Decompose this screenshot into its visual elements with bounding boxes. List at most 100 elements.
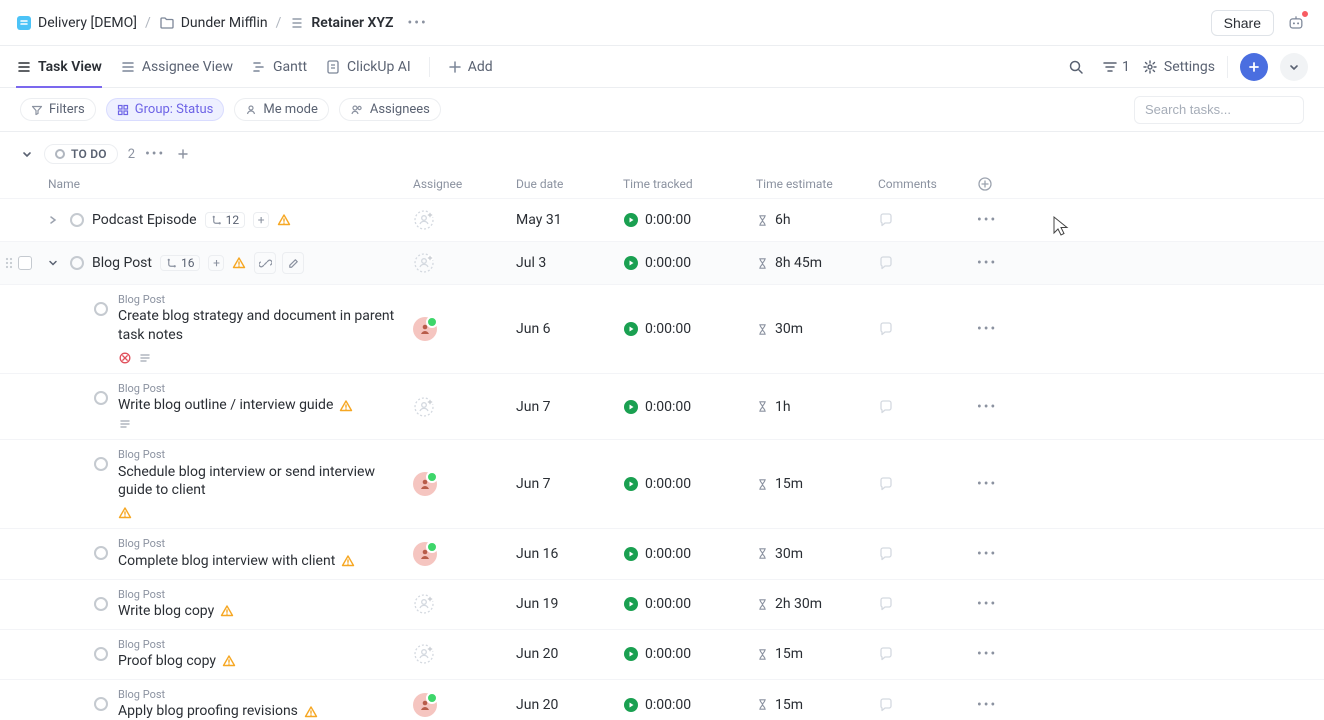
- task-row[interactable]: Podcast Episode12+May 310:00:006h•••: [0, 199, 1324, 242]
- time-estimate-cell[interactable]: 8h 45m: [756, 255, 878, 271]
- status-toggle[interactable]: [94, 457, 108, 471]
- add-subtask-button[interactable]: +: [208, 255, 224, 271]
- comments-cell[interactable]: [878, 212, 977, 228]
- assignee-cell[interactable]: [413, 643, 516, 665]
- time-tracked-cell[interactable]: 0:00:00: [623, 321, 756, 337]
- add-column-button[interactable]: [977, 176, 1037, 192]
- time-tracked-cell[interactable]: 0:00:00: [623, 697, 756, 713]
- settings-button[interactable]: Settings: [1142, 59, 1215, 75]
- assignee-cell[interactable]: [413, 593, 516, 615]
- subtask-row[interactable]: Blog PostWrite blog copyJun 190:00:002h …: [0, 580, 1324, 630]
- group-more[interactable]: •••: [145, 146, 165, 162]
- crumb-more-icon[interactable]: •••: [408, 15, 428, 31]
- time-tracked-cell[interactable]: 0:00:00: [623, 546, 756, 562]
- group-add-task[interactable]: [175, 146, 191, 162]
- comments-cell[interactable]: [878, 596, 977, 612]
- subtask-title[interactable]: Schedule blog interview or send intervie…: [118, 463, 405, 501]
- subtask-count-badge[interactable]: 12: [205, 212, 246, 228]
- time-estimate-cell[interactable]: 15m: [756, 646, 878, 662]
- filter-count-button[interactable]: 1: [1102, 59, 1130, 75]
- col-assignee[interactable]: Assignee: [413, 177, 516, 191]
- time-tracked-cell[interactable]: 0:00:00: [623, 596, 756, 612]
- play-icon[interactable]: [623, 476, 639, 492]
- avatar[interactable]: [413, 472, 437, 496]
- assign-user-button[interactable]: [413, 643, 435, 665]
- add-subtask-button[interactable]: +: [253, 212, 269, 228]
- comment-icon[interactable]: [878, 476, 894, 492]
- comment-icon[interactable]: [878, 255, 894, 271]
- assignee-cell[interactable]: [413, 542, 516, 566]
- due-cell[interactable]: Jun 6: [516, 321, 623, 337]
- assign-user-button[interactable]: [413, 209, 435, 231]
- assignee-cell[interactable]: [413, 472, 516, 496]
- status-toggle[interactable]: [94, 697, 108, 711]
- time-estimate-cell[interactable]: 30m: [756, 546, 878, 562]
- comment-icon[interactable]: [878, 546, 894, 562]
- subtask-title[interactable]: Create blog strategy and document in par…: [118, 307, 405, 345]
- assignee-cell[interactable]: [413, 252, 516, 274]
- status-toggle[interactable]: [94, 647, 108, 661]
- subtask-row[interactable]: Blog PostComplete blog interview with cl…: [0, 529, 1324, 579]
- due-cell[interactable]: Jun 20: [516, 697, 623, 713]
- comments-cell[interactable]: [878, 697, 977, 713]
- play-icon[interactable]: [623, 399, 639, 415]
- comment-icon[interactable]: [878, 321, 894, 337]
- status-toggle[interactable]: [94, 391, 108, 405]
- tab-clickup-ai[interactable]: ClickUp AI: [325, 46, 411, 87]
- me-mode-chip[interactable]: Me mode: [234, 98, 329, 121]
- play-icon[interactable]: [623, 646, 639, 662]
- col-comments[interactable]: Comments: [878, 177, 977, 191]
- col-due[interactable]: Due date: [516, 177, 623, 191]
- status-toggle[interactable]: [94, 546, 108, 560]
- comment-icon[interactable]: [878, 212, 894, 228]
- task-title[interactable]: Podcast Episode: [92, 212, 197, 228]
- status-toggle[interactable]: [94, 302, 108, 316]
- due-cell[interactable]: Jun 7: [516, 399, 623, 415]
- group-collapse-toggle[interactable]: [20, 147, 34, 161]
- subtask-title[interactable]: Write blog outline / interview guide: [118, 396, 333, 415]
- avatar[interactable]: [413, 542, 437, 566]
- time-estimate-cell[interactable]: 1h: [756, 399, 878, 415]
- avatar[interactable]: [413, 317, 437, 341]
- time-estimate-cell[interactable]: 2h 30m: [756, 596, 878, 612]
- time-tracked-cell[interactable]: 0:00:00: [623, 476, 756, 492]
- assignee-cell[interactable]: [413, 209, 516, 231]
- subtask-count-badge[interactable]: 16: [160, 255, 201, 271]
- play-icon[interactable]: [623, 596, 639, 612]
- row-more-button[interactable]: •••: [977, 255, 1037, 271]
- subtask-row[interactable]: Blog PostCreate blog strategy and docume…: [0, 285, 1324, 374]
- subtask-title[interactable]: Apply blog proofing revisions: [118, 702, 298, 720]
- search-button[interactable]: [1062, 53, 1090, 81]
- comments-cell[interactable]: [878, 399, 977, 415]
- time-tracked-cell[interactable]: 0:00:00: [623, 212, 756, 228]
- status-toggle[interactable]: [94, 597, 108, 611]
- share-button[interactable]: Share: [1211, 10, 1274, 36]
- row-checkbox[interactable]: [18, 256, 32, 270]
- row-more-button[interactable]: •••: [977, 321, 1037, 337]
- subtask-row[interactable]: Blog PostSchedule blog interview or send…: [0, 440, 1324, 529]
- filter-chip[interactable]: Filters: [20, 98, 96, 121]
- due-cell[interactable]: Jun 19: [516, 596, 623, 612]
- play-icon[interactable]: [623, 321, 639, 337]
- row-more-button[interactable]: •••: [977, 697, 1037, 713]
- expand-toggle[interactable]: [48, 215, 62, 225]
- play-icon[interactable]: [623, 212, 639, 228]
- comments-cell[interactable]: [878, 476, 977, 492]
- subtask-row[interactable]: Blog PostApply blog proofing revisionsJu…: [0, 680, 1324, 720]
- row-more-button[interactable]: •••: [977, 399, 1037, 415]
- comment-icon[interactable]: [878, 596, 894, 612]
- play-icon[interactable]: [623, 697, 639, 713]
- assignee-cell[interactable]: [413, 693, 516, 717]
- assignees-chip[interactable]: Assignees: [339, 98, 441, 121]
- crumb-space[interactable]: Delivery [DEMO]: [16, 15, 137, 31]
- tab-gantt[interactable]: Gantt: [251, 46, 307, 87]
- row-more-button[interactable]: •••: [977, 646, 1037, 662]
- comment-icon[interactable]: [878, 399, 894, 415]
- time-estimate-cell[interactable]: 15m: [756, 697, 878, 713]
- assign-user-button[interactable]: [413, 396, 435, 418]
- assignee-cell[interactable]: [413, 317, 516, 341]
- due-cell[interactable]: Jun 7: [516, 476, 623, 492]
- comment-icon[interactable]: [878, 697, 894, 713]
- due-cell[interactable]: Jul 3: [516, 255, 623, 271]
- edit-icon[interactable]: [282, 252, 304, 274]
